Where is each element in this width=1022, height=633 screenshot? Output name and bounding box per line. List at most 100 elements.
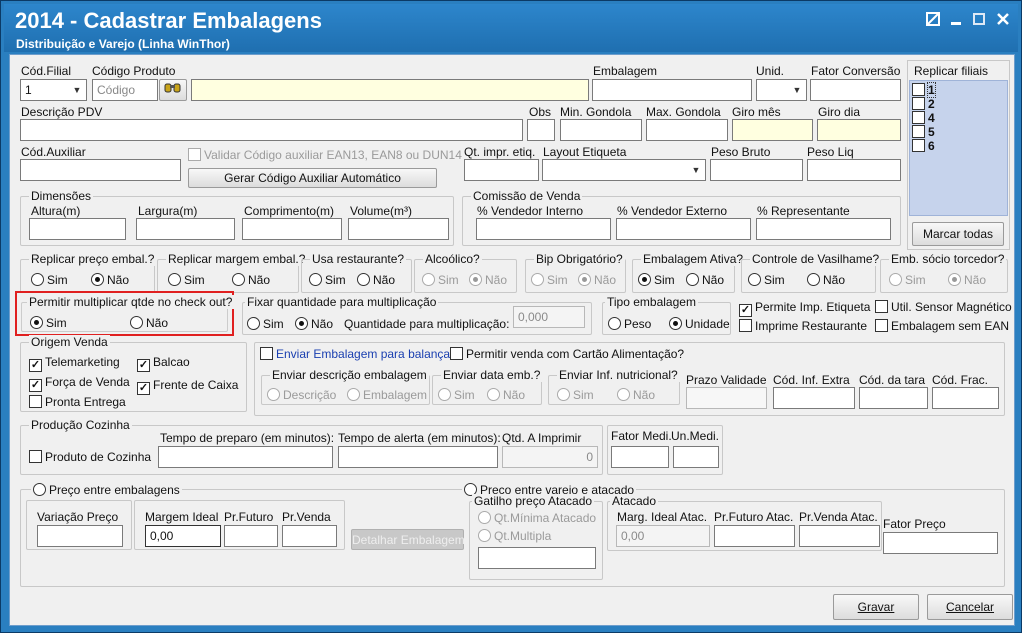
alcoolico-sim-radio[interactable]: Sim	[422, 273, 459, 287]
qtd-imprimir-input[interactable]: 0	[502, 446, 598, 468]
tipo-peso-radio[interactable]: Peso	[608, 317, 651, 331]
gerar-codigo-button[interactable]: Gerar Código Auxiliar Automático	[188, 168, 437, 188]
socio-sim-radio[interactable]: Sim	[889, 273, 926, 287]
filial-item-2[interactable]: 2	[912, 97, 935, 111]
vasilhame-nao-radio[interactable]: Não	[807, 273, 845, 287]
cod-tara-input[interactable]	[859, 387, 928, 409]
embalagem-ativa-nao-radio[interactable]: Não	[686, 273, 724, 287]
filial-item-5[interactable]: 5	[912, 125, 935, 139]
inf-nao-radio[interactable]: Não	[617, 388, 655, 402]
embalagem-radio[interactable]: Embalagem	[347, 388, 427, 402]
data-nao-radio[interactable]: Não	[487, 388, 525, 402]
fator-conversao-input[interactable]	[810, 79, 901, 101]
multiplicar-sim-radio[interactable]: Sim	[30, 316, 67, 330]
restore-icon[interactable]	[924, 12, 942, 30]
enviar-balanca-checkbox[interactable]: Enviar Embalagem para balança	[260, 347, 450, 361]
peso-liq-input[interactable]	[807, 159, 901, 181]
fixar-nao-radio[interactable]: Não	[295, 317, 333, 331]
multiplicar-nao-radio[interactable]: Não	[130, 316, 168, 330]
minimize-icon[interactable]	[947, 12, 965, 30]
vendedor-interno-input[interactable]	[476, 218, 611, 240]
cancelar-button[interactable]: Cancelar	[927, 594, 1013, 620]
qtd-multiplicacao-input[interactable]: 0,000	[513, 306, 585, 328]
filial-item-4[interactable]: 4	[912, 111, 935, 125]
inf-sim-radio[interactable]: Sim	[557, 388, 594, 402]
embalagem-input[interactable]	[592, 79, 752, 101]
search-binoculars-icon[interactable]	[159, 79, 187, 101]
obs-input[interactable]	[527, 119, 555, 141]
altura-input[interactable]	[29, 218, 126, 240]
giro-dia-input[interactable]	[817, 119, 901, 141]
cod-auxiliar-input[interactable]	[20, 159, 181, 181]
cartao-alimentacao-checkbox[interactable]: Permitir venda com Cartão Alimentação?	[450, 347, 684, 361]
giro-mes-input[interactable]	[732, 119, 813, 141]
tempo-alerta-input[interactable]	[338, 446, 498, 468]
usa-restaurante-sim-radio[interactable]: Sim	[309, 273, 346, 287]
pr-venda-atac-input[interactable]	[799, 525, 880, 547]
bip-nao-radio[interactable]: Não	[578, 273, 616, 287]
balcao-checkbox[interactable]: ✓ Balcao	[137, 355, 190, 372]
detalhar-embalagem-button[interactable]: Detalhar Embalagem	[351, 529, 465, 550]
qt-multipla-radio[interactable]: Qt.Multipla	[478, 529, 551, 543]
descricao-produto-input[interactable]	[191, 79, 589, 101]
forca-venda-checkbox[interactable]: ✓ Força de Venda	[29, 375, 130, 392]
un-medi-input[interactable]	[673, 446, 719, 468]
unid-select[interactable]: ▼	[756, 79, 807, 101]
vendedor-externo-input[interactable]	[616, 218, 751, 240]
gatilho-input[interactable]	[478, 547, 596, 569]
tipo-unidade-radio[interactable]: Unidade	[669, 317, 730, 331]
prazo-validade-input[interactable]	[686, 387, 767, 409]
replicar-margem-sim-radio[interactable]: Sim	[168, 273, 205, 287]
qt-minima-radio[interactable]: Qt.Mínima Atacado	[478, 511, 596, 525]
frente-caixa-checkbox[interactable]: ✓ Frente de Caixa	[137, 378, 238, 395]
comprimento-input[interactable]	[242, 218, 342, 240]
layout-etiqueta-select[interactable]: ▼	[542, 159, 706, 181]
permite-imp-checkbox[interactable]: ✓ Permite Imp. Etiqueta	[739, 300, 870, 317]
close-icon[interactable]	[994, 12, 1012, 30]
replicar-preco-sim-radio[interactable]: Sim	[31, 273, 68, 287]
fator-preco-input[interactable]	[883, 532, 998, 554]
replicar-margem-nao-radio[interactable]: Não	[232, 273, 270, 287]
pr-futuro-input[interactable]	[224, 525, 278, 547]
marcar-todas-button[interactable]: Marcar todas	[912, 222, 1004, 246]
cod-frac-input[interactable]	[932, 387, 999, 409]
qt-impr-input[interactable]	[464, 159, 539, 181]
telemarketing-checkbox[interactable]: ✓ Telemarketing	[29, 355, 120, 372]
filial-item-6[interactable]: 6	[912, 139, 935, 153]
margem-ideal-input[interactable]: 0,00	[145, 525, 221, 547]
fator-medi-input[interactable]	[611, 446, 669, 468]
validar-checkbox[interactable]: Validar Código auxiliar EAN13, EAN8 ou D…	[188, 148, 462, 162]
socio-nao-radio[interactable]: Não	[948, 273, 986, 287]
alcoolico-nao-radio[interactable]: Não	[469, 273, 507, 287]
preco-entre-embalagens-radio[interactable]: Preço entre embalagens	[31, 483, 182, 497]
pronta-entrega-checkbox[interactable]: Pronta Entrega	[29, 395, 126, 409]
pr-futuro-atac-input[interactable]	[714, 525, 795, 547]
marg-ideal-atac-input[interactable]: 0,00	[616, 525, 710, 547]
max-gondola-input[interactable]	[646, 119, 728, 141]
cod-filial-select[interactable]: 1 ▼	[20, 79, 87, 101]
descricao-pdv-input[interactable]	[20, 119, 523, 141]
filial-item-1[interactable]: 1	[912, 82, 936, 98]
usa-restaurante-nao-radio[interactable]: Não	[357, 273, 395, 287]
largura-input[interactable]	[136, 218, 235, 240]
embalagem-ativa-sim-radio[interactable]: Sim	[638, 273, 675, 287]
min-gondola-input[interactable]	[560, 119, 642, 141]
embalagem-sem-ean-checkbox[interactable]: Embalagem sem EAN	[875, 319, 1009, 333]
codigo-produto-input[interactable]: Código	[92, 79, 158, 101]
maximize-icon[interactable]	[970, 12, 988, 30]
cod-inf-extra-input[interactable]	[773, 387, 855, 409]
vasilhame-sim-radio[interactable]: Sim	[748, 273, 785, 287]
peso-bruto-input[interactable]	[710, 159, 803, 181]
representante-input[interactable]	[756, 218, 891, 240]
fixar-sim-radio[interactable]: Sim	[247, 317, 284, 331]
variacao-input[interactable]	[37, 525, 123, 547]
gravar-button[interactable]: Gravar	[833, 594, 919, 620]
pr-venda-input[interactable]	[282, 525, 337, 547]
data-sim-radio[interactable]: Sim	[438, 388, 475, 402]
descricao-radio[interactable]: Descrição	[267, 388, 336, 402]
bip-sim-radio[interactable]: Sim	[531, 273, 568, 287]
util-sensor-checkbox[interactable]: Util. Sensor Magnético	[875, 300, 1012, 314]
imprime-restaurante-checkbox[interactable]: Imprime Restaurante	[739, 319, 867, 333]
replicar-preco-nao-radio[interactable]: Não	[91, 273, 129, 287]
produto-cozinha-checkbox[interactable]: Produto de Cozinha	[29, 450, 151, 464]
